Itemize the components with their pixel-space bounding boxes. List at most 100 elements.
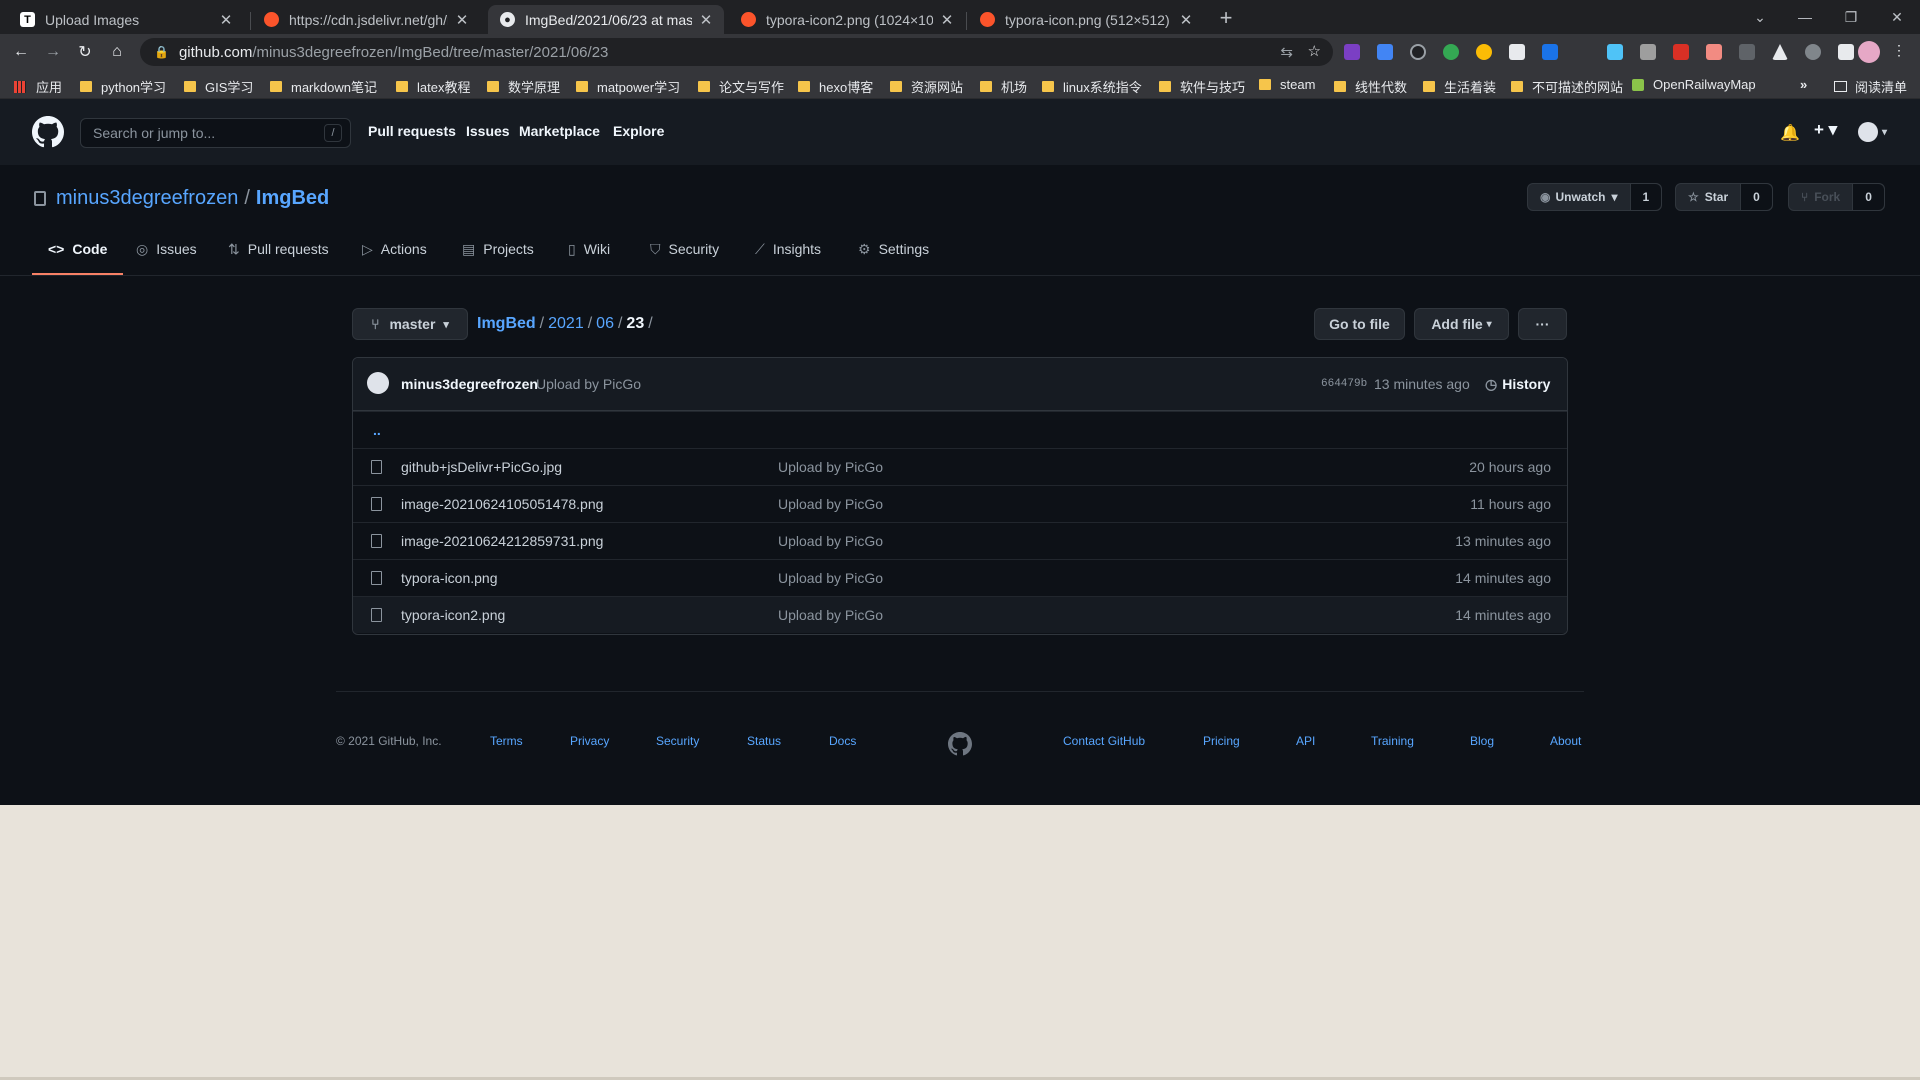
commit-author-link[interactable]: minus3degreefrozen xyxy=(401,376,538,392)
colorful-extension-icon[interactable] xyxy=(1476,44,1492,60)
file-row[interactable]: image-20210624105051478.png Upload by Pic… xyxy=(353,485,1567,522)
bookmark-folder[interactable]: 机场 xyxy=(980,77,1027,96)
forward-icon[interactable]: → xyxy=(42,41,64,63)
browser-tab-active[interactable]: ● ImgBed/2021/06/23 at master ✕ xyxy=(488,5,724,34)
commit-author-avatar[interactable] xyxy=(367,372,389,394)
breadcrumb-year-link[interactable]: 2021 xyxy=(548,315,584,332)
commit-message[interactable]: Upload by PicGo xyxy=(536,376,641,392)
star-button[interactable]: ☆ Star 0 xyxy=(1675,183,1773,211)
repo-owner-link[interactable]: minus3degreefrozen xyxy=(56,187,238,210)
browser-tab[interactable]: typora-icon2.png (1024×1024 ✕ xyxy=(729,5,965,34)
bookmark-folder[interactable]: GIS学习 xyxy=(184,77,253,96)
bookmark-folder[interactable]: hexo博客 xyxy=(798,77,873,96)
bookmark-star-icon[interactable]: ☆ xyxy=(1308,42,1321,60)
nav-pull-requests[interactable]: Pull requests xyxy=(368,123,456,139)
tab-projects[interactable]: ▤ Projects xyxy=(462,241,534,275)
file-name-link[interactable]: typora-icon.png xyxy=(401,570,498,586)
onenote-extension-icon[interactable] xyxy=(1344,44,1360,60)
breadcrumb-month-link[interactable]: 06 xyxy=(596,315,614,332)
file-row[interactable]: image-20210624212859731.png Upload by Pic… xyxy=(353,522,1567,559)
browser-tab[interactable]: https://cdn.jsdelivr.net/gh/mi ✕ xyxy=(252,5,480,34)
github-logo-icon[interactable] xyxy=(32,116,64,148)
tab-pull-requests[interactable]: ⇅ Pull requests xyxy=(228,241,329,275)
bookmark-folder[interactable]: 资源网站 xyxy=(890,77,963,96)
footer-link-docs[interactable]: Docs xyxy=(829,734,856,748)
browser-tab[interactable]: T Upload Images ✕ xyxy=(8,5,244,34)
bookmark-folder[interactable]: 数学原理 xyxy=(487,77,560,96)
tab-issues[interactable]: ◎ Issues xyxy=(136,241,197,275)
bookmark-folder[interactable]: 生活着装 xyxy=(1423,77,1496,96)
footer-link-pricing[interactable]: Pricing xyxy=(1203,734,1240,748)
apps-bookmark[interactable]: 应用 xyxy=(14,77,62,96)
nav-issues[interactable]: Issues xyxy=(466,123,510,139)
parent-directory-row[interactable]: .. xyxy=(353,411,1567,448)
tab-actions[interactable]: ▷ Actions xyxy=(362,241,427,275)
bookmark-folder[interactable]: steam xyxy=(1259,77,1315,92)
close-tab-icon[interactable]: ✕ xyxy=(218,11,234,29)
footer-link-status[interactable]: Status xyxy=(747,734,781,748)
file-name-link[interactable]: typora-icon2.png xyxy=(401,607,505,623)
file-commit-message[interactable]: Upload by PicGo xyxy=(778,459,883,475)
bookmark-folder[interactable]: 线性代数 xyxy=(1334,77,1407,96)
badge-extension-icon[interactable] xyxy=(1706,44,1722,60)
footer-link-about[interactable]: About xyxy=(1550,734,1581,748)
file-name-link[interactable]: image-20210624212859731.png xyxy=(401,533,603,549)
close-tab-icon[interactable]: ✕ xyxy=(1178,11,1194,29)
file-row[interactable]: typora-icon.png Upload by PicGo 14 minutes… xyxy=(353,559,1567,596)
bookmark-folder[interactable]: latex教程 xyxy=(396,77,470,96)
avatar-chevron-down-icon[interactable]: ▾ xyxy=(1882,127,1887,138)
notifications-bell-icon[interactable]: 🔔 xyxy=(1780,123,1800,143)
close-tab-icon[interactable]: ✕ xyxy=(698,11,714,29)
file-name-link[interactable]: image-20210624105051478.png xyxy=(401,496,603,512)
commit-sha-link[interactable]: 664479b xyxy=(1321,378,1367,390)
address-bar[interactable]: 🔒 github.com/minus3degreefrozen/ImgBed/t… xyxy=(140,38,1333,66)
translate-extension-icon[interactable] xyxy=(1377,44,1393,60)
star-count[interactable]: 0 xyxy=(1741,184,1772,210)
pdf-extension-icon[interactable] xyxy=(1673,44,1689,60)
nav-explore[interactable]: Explore xyxy=(613,123,664,139)
fork-button[interactable]: ⑂ Fork 0 xyxy=(1788,183,1885,211)
translate-icon[interactable]: ⇆ xyxy=(1280,43,1293,61)
paw-extension-icon[interactable] xyxy=(1739,44,1755,60)
more-bookmarks-icon[interactable]: » xyxy=(1800,77,1807,92)
reading-list-button[interactable]: 阅读清单 xyxy=(1834,77,1907,96)
repo-name-link[interactable]: ImgBed xyxy=(256,187,329,210)
branch-select-button[interactable]: ⑂ master ▾ xyxy=(352,308,468,340)
bookmark-folder[interactable]: 不可描述的网站 xyxy=(1511,77,1623,96)
bookmark-folder[interactable]: 论文与写作 xyxy=(698,77,784,96)
footer-link-training[interactable]: Training xyxy=(1371,734,1414,748)
tab-security[interactable]: ⛉ Security xyxy=(650,241,719,275)
user-avatar[interactable] xyxy=(1858,122,1878,142)
reload-icon[interactable]: ↻ xyxy=(74,41,96,63)
footer-link-privacy[interactable]: Privacy xyxy=(570,734,609,748)
footer-link-api[interactable]: API xyxy=(1296,734,1315,748)
bookmark-folder[interactable]: linux系统指令 xyxy=(1042,77,1142,96)
menu-kebab-icon[interactable]: ⋮ xyxy=(1892,42,1908,58)
window-close-icon[interactable]: ✕ xyxy=(1874,0,1920,34)
parent-directory-link[interactable]: .. xyxy=(373,422,381,438)
file-commit-message[interactable]: Upload by PicGo xyxy=(778,533,883,549)
watch-button[interactable]: ◉ Unwatch ▾ 1 xyxy=(1527,183,1663,211)
grid-extension-icon[interactable] xyxy=(1607,44,1623,60)
new-tab-icon[interactable]: + xyxy=(1214,5,1238,31)
bookmark-folder[interactable]: python学习 xyxy=(80,77,166,96)
search-input[interactable]: Search or jump to... / xyxy=(80,118,351,148)
tab-insights[interactable]: ⟋ Insights xyxy=(755,241,821,275)
triangle-extension-icon[interactable] xyxy=(1772,44,1788,60)
file-commit-message[interactable]: Upload by PicGo xyxy=(778,496,883,512)
minimize-icon[interactable]: — xyxy=(1782,0,1828,34)
restore-icon[interactable]: ❐ xyxy=(1828,0,1874,34)
close-tab-icon[interactable]: ✕ xyxy=(454,11,470,29)
back-icon[interactable]: ← xyxy=(10,41,32,63)
footer-link-blog[interactable]: Blog xyxy=(1470,734,1494,748)
infinity-extension-icon[interactable] xyxy=(1410,44,1426,60)
github-footer-logo-icon[interactable] xyxy=(948,732,972,756)
home-icon[interactable]: ⌂ xyxy=(106,41,128,63)
tab-code[interactable]: <> Code xyxy=(32,241,124,275)
profile-avatar[interactable] xyxy=(1858,41,1880,63)
breadcrumb-repo-link[interactable]: ImgBed xyxy=(477,315,536,332)
add-file-button[interactable]: Add file ▾ xyxy=(1414,308,1509,340)
file-name-link[interactable]: github+jsDelivr+PicGo.jpg xyxy=(401,459,562,475)
create-new-plus-icon[interactable]: + ▾ xyxy=(1814,120,1837,140)
file-commit-message[interactable]: Upload by PicGo xyxy=(778,607,883,623)
